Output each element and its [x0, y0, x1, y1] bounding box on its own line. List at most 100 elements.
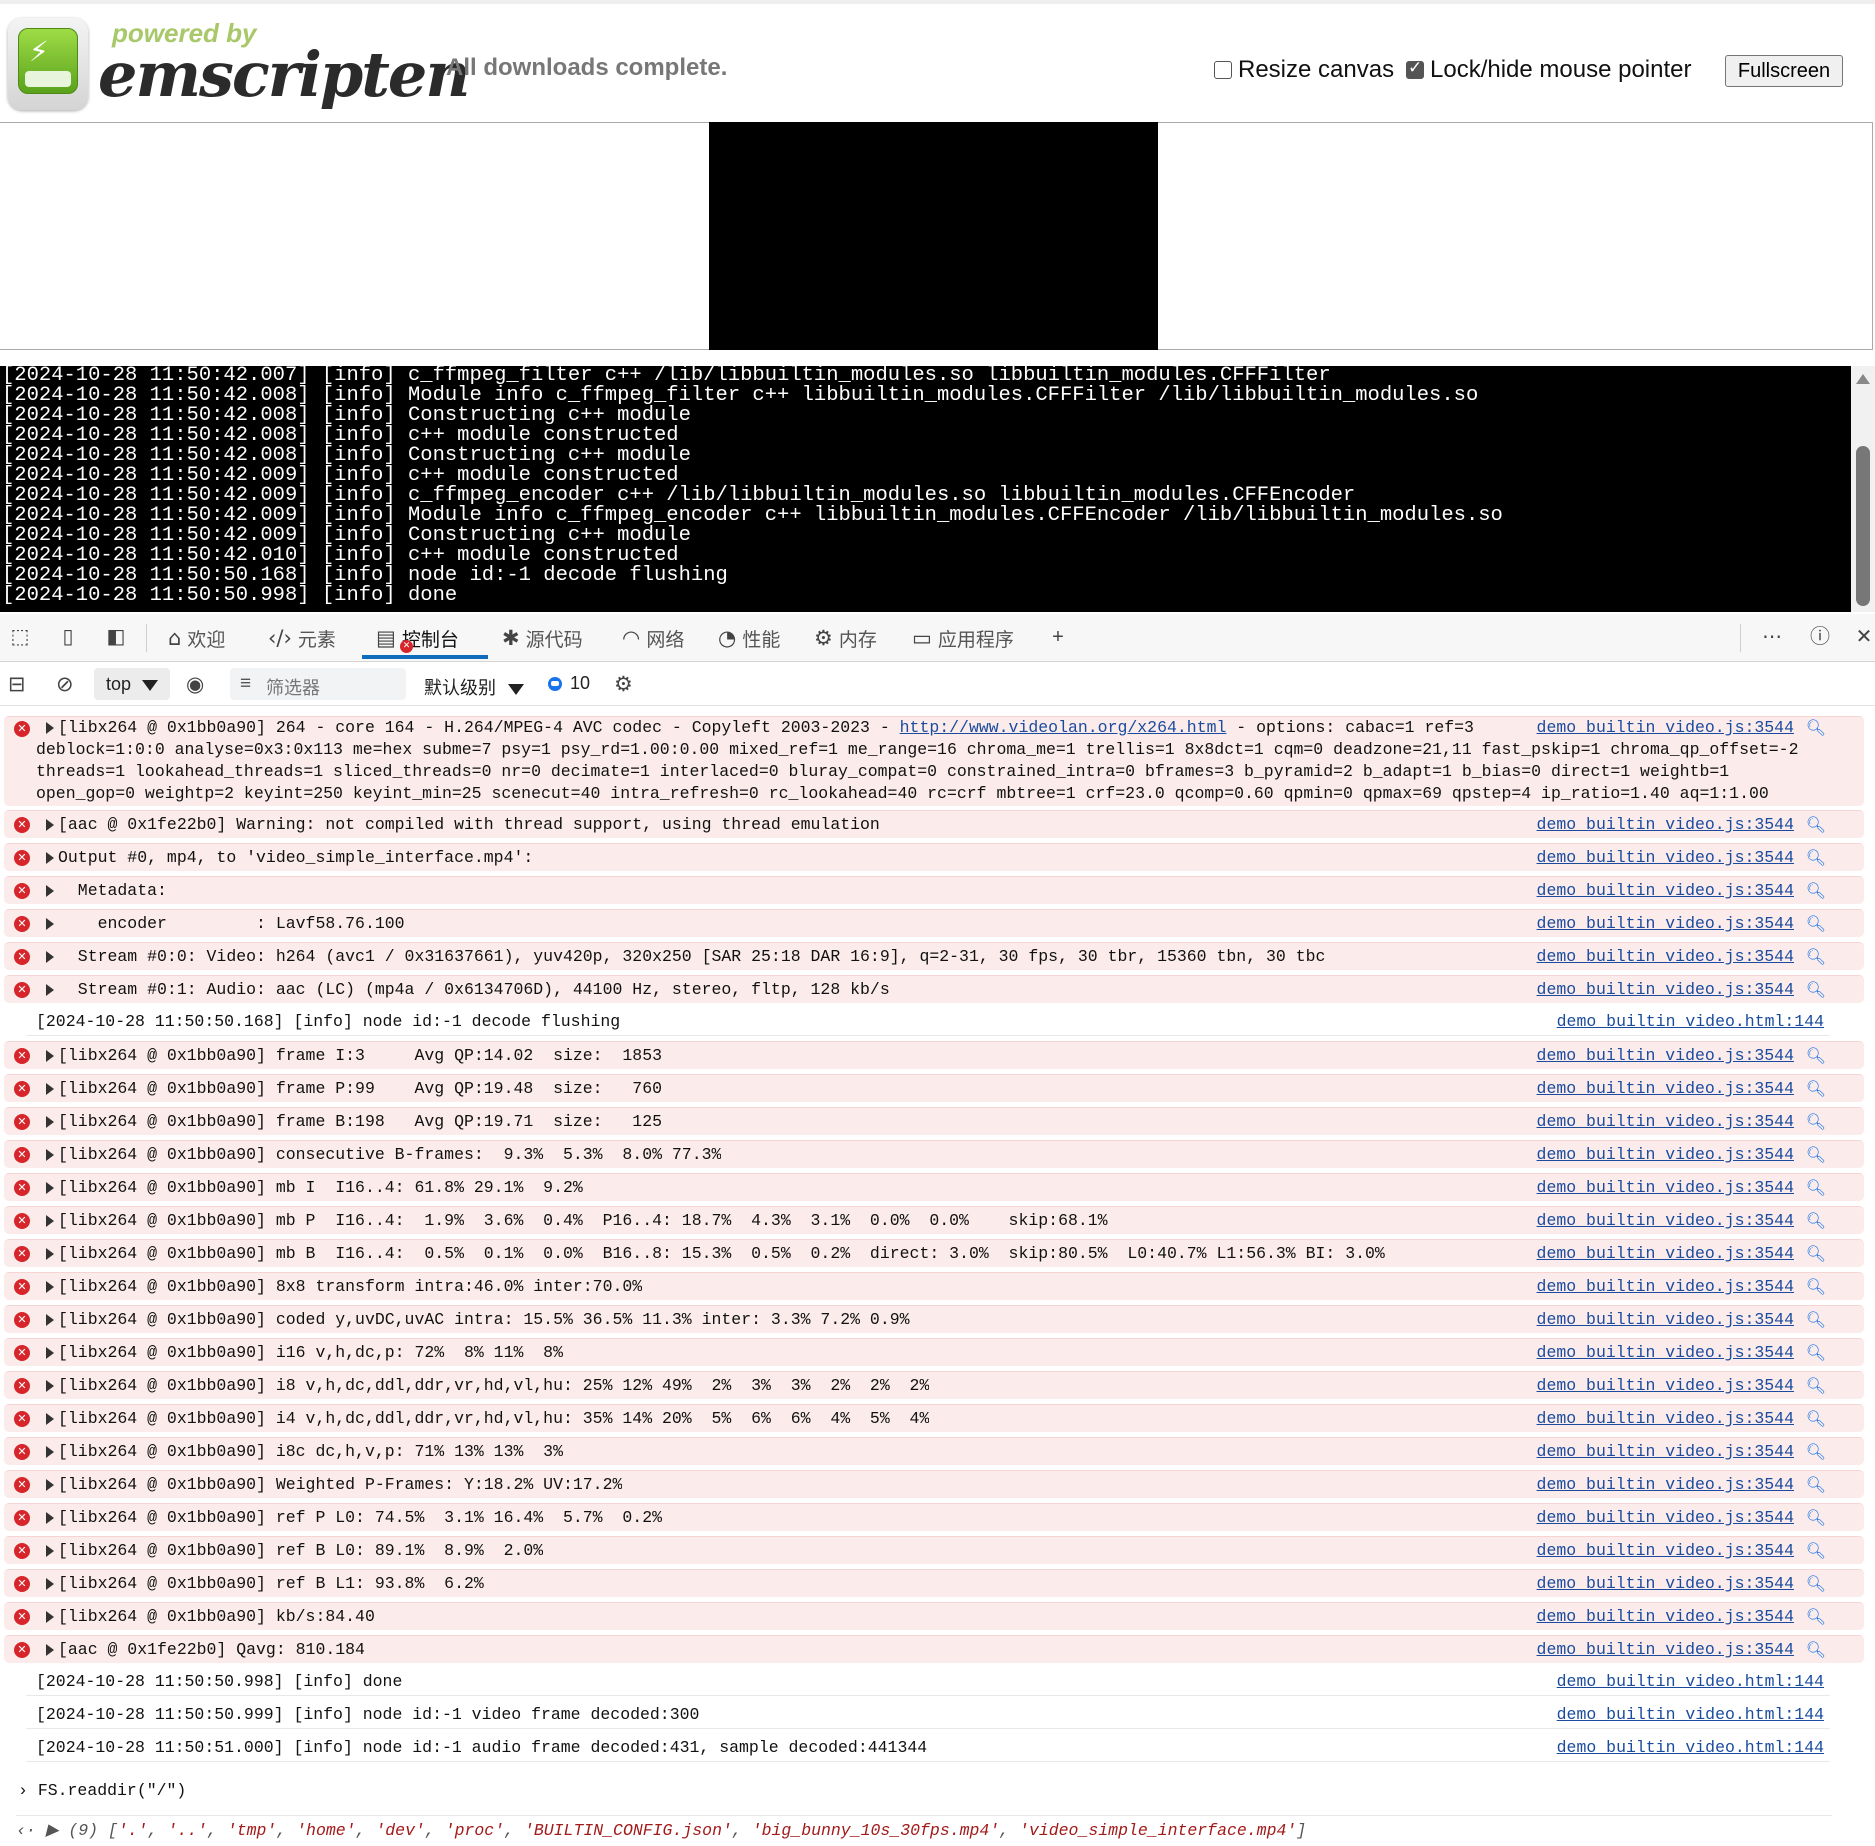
expand-arrow-icon[interactable] [46, 722, 54, 734]
console-error-message[interactable]: ✕ [libx264 @ 0x1bb0a90] Weighted P-Frames… [4, 1470, 1864, 1498]
search-icon[interactable]: 🔍︎ [1806, 1573, 1826, 1595]
search-icon[interactable]: 🔍︎ [1806, 1045, 1826, 1067]
tab-application[interactable]: ▭ 应用程序 [912, 622, 1014, 654]
source-link[interactable]: demo_builtin_video.js:3544 [1537, 946, 1794, 968]
source-link[interactable]: demo_builtin_video.html:144 [1557, 1011, 1824, 1033]
search-icon[interactable]: 🔍︎ [1806, 717, 1826, 739]
tab-console[interactable]: ▤ 控制台 [376, 622, 459, 654]
resize-canvas-checkbox[interactable]: Resize canvas [1214, 56, 1394, 84]
message-count-badge[interactable]: 10 [548, 673, 590, 694]
console-error-message[interactable]: ✕ [libx264 @ 0x1bb0a90] frame B:198 Avg Q… [4, 1107, 1864, 1135]
expand-arrow-icon[interactable] [46, 1182, 54, 1194]
expand-arrow-icon[interactable] [46, 1314, 54, 1326]
expand-arrow-icon[interactable] [46, 1248, 54, 1260]
expand-arrow-icon[interactable] [46, 1413, 54, 1425]
render-canvas[interactable] [709, 122, 1158, 350]
scroll-up-arrow-icon[interactable] [1856, 374, 1870, 384]
tab-network[interactable]: ◠ 网络 [622, 622, 684, 654]
source-link[interactable]: demo_builtin_video.html:144 [1557, 1671, 1824, 1693]
console-error-message[interactable]: ✕ encoder : Lavf58.76.100 demo_builtin_vi… [4, 909, 1864, 937]
expand-arrow-icon[interactable] [46, 1380, 54, 1392]
expand-arrow-icon[interactable] [46, 1479, 54, 1491]
console-prompt[interactable]: › FS.readdir("/") [18, 1781, 186, 1800]
console-error-message[interactable]: ✕ [libx264 @ 0x1bb0a90] i4 v,h,dc,ddl,ddr… [4, 1404, 1864, 1432]
source-link[interactable]: demo_builtin_video.js:3544 [1537, 1408, 1794, 1430]
console-error-message[interactable]: ✕ [libx264 @ 0x1bb0a90] kb/s:84.40 demo_bu… [4, 1602, 1864, 1630]
add-tab-icon[interactable]: + [1046, 626, 1070, 648]
live-expression-eye-icon[interactable]: ◉ [186, 672, 204, 696]
x264-link[interactable]: http://www.videolan.org/x264.html [900, 718, 1227, 737]
source-link[interactable]: demo_builtin_video.js:3544 [1537, 1144, 1794, 1166]
console-error-message[interactable]: ✕ Metadata: demo_builtin_video.js:3544 🔍︎ [4, 876, 1864, 904]
checked-checkbox-icon[interactable] [1406, 58, 1424, 79]
console-error-message[interactable]: ✕ [libx264 @ 0x1bb0a90] 264 - core 164 -… [4, 716, 1864, 806]
lock-pointer-checkbox[interactable]: Lock/hide mouse pointer [1406, 56, 1692, 84]
context-selector[interactable]: top [94, 668, 170, 700]
source-link[interactable]: demo_builtin_video.js:3544 [1537, 814, 1794, 836]
source-link[interactable]: demo_builtin_video.js:3544 [1537, 1342, 1794, 1364]
console-error-message[interactable]: ✕ [aac @ 0x1fe22b0] Warning: not compiled… [4, 810, 1864, 838]
source-link[interactable]: demo_builtin_video.js:3544 [1537, 1375, 1794, 1397]
fullscreen-button[interactable]: Fullscreen [1725, 55, 1843, 87]
close-devtools-icon[interactable]: ✕ [1852, 626, 1875, 648]
expand-arrow-icon[interactable] [46, 1512, 54, 1524]
expand-arrow-icon[interactable]: ▶ [46, 1821, 59, 1840]
search-icon[interactable]: 🔍︎ [1806, 1111, 1826, 1133]
expand-arrow-icon[interactable] [46, 918, 54, 930]
search-icon[interactable]: 🔍︎ [1806, 1408, 1826, 1430]
search-icon[interactable]: 🔍︎ [1806, 1342, 1826, 1364]
console-error-message[interactable]: ✕ [libx264 @ 0x1bb0a90] mb P I16..4: 1.9%… [4, 1206, 1864, 1234]
sidebar-toggle-icon[interactable]: ⊟ [8, 672, 26, 696]
search-icon[interactable]: 🔍︎ [1806, 1243, 1826, 1265]
console-error-message[interactable]: ✕ [libx264 @ 0x1bb0a90] mb B I16..4: 0.5%… [4, 1239, 1864, 1267]
console-error-message[interactable]: ✕ [libx264 @ 0x1bb0a90] coded y,uvDC,uvAC… [4, 1305, 1864, 1333]
expand-arrow-icon[interactable] [46, 1446, 54, 1458]
search-icon[interactable]: 🔍︎ [1806, 1177, 1826, 1199]
expand-arrow-icon[interactable] [46, 1281, 54, 1293]
expand-arrow-icon[interactable] [46, 951, 54, 963]
tab-sources[interactable]: ✱ 源代码 [502, 622, 583, 654]
source-link[interactable]: demo_builtin_video.js:3544 [1537, 1573, 1794, 1595]
search-icon[interactable]: 🔍︎ [1806, 847, 1826, 869]
console-error-message[interactable]: ✕ Stream #0:0: Video: h264 (avc1 / 0x316… [4, 942, 1864, 970]
expand-arrow-icon[interactable] [46, 819, 54, 831]
source-link[interactable]: demo_builtin_video.js:3544 [1537, 1210, 1794, 1232]
source-link[interactable]: demo_builtin_video.js:3544 [1537, 1078, 1794, 1100]
help-icon[interactable]: ⓘ [1808, 626, 1832, 648]
search-icon[interactable]: 🔍︎ [1806, 1309, 1826, 1331]
filter-input[interactable]: ≡ 筛选器 [230, 668, 406, 700]
console-error-message[interactable]: ✕ [libx264 @ 0x1bb0a90] mb I I16..4: 61.8… [4, 1173, 1864, 1201]
source-link[interactable]: demo_builtin_video.js:3544 [1537, 1045, 1794, 1067]
source-link[interactable]: demo_builtin_video.js:3544 [1537, 1474, 1794, 1496]
search-icon[interactable]: 🔍︎ [1806, 880, 1826, 902]
expand-arrow-icon[interactable] [46, 1215, 54, 1227]
source-link[interactable]: demo_builtin_video.js:3544 [1537, 1276, 1794, 1298]
source-link[interactable]: demo_builtin_video.js:3544 [1537, 847, 1794, 869]
expand-arrow-icon[interactable] [46, 1347, 54, 1359]
checkbox-icon[interactable] [1214, 61, 1232, 79]
console-error-message[interactable]: ✕ [libx264 @ 0x1bb0a90] frame I:3 Avg QP:… [4, 1041, 1864, 1069]
source-link[interactable]: demo_builtin_video.js:3544 [1537, 1309, 1794, 1331]
console-error-message[interactable]: ✕ [libx264 @ 0x1bb0a90] i8 v,h,dc,ddl,ddr… [4, 1371, 1864, 1399]
source-link[interactable]: demo_builtin_video.js:3544 [1537, 979, 1794, 1001]
device-emulation-icon[interactable]: ▯ [56, 626, 80, 648]
tab-performance[interactable]: ◔ 性能 [718, 622, 780, 654]
search-icon[interactable]: 🔍︎ [1806, 1639, 1826, 1661]
source-link[interactable]: demo_builtin_video.js:3544 [1537, 1243, 1794, 1265]
console-error-message[interactable]: ✕ [libx264 @ 0x1bb0a90] i16 v,h,dc,p: 72%… [4, 1338, 1864, 1366]
console-log-message[interactable]: [2024-10-28 11:50:50.999] [info] node id… [26, 1701, 1830, 1729]
expand-arrow-icon[interactable] [46, 885, 54, 897]
tab-welcome[interactable]: ⌂ 欢迎 [168, 622, 225, 654]
expand-arrow-icon[interactable] [46, 1578, 54, 1590]
search-icon[interactable]: 🔍︎ [1806, 1540, 1826, 1562]
dock-side-icon[interactable]: ◧ [104, 626, 128, 648]
search-icon[interactable]: 🔍︎ [1806, 1441, 1826, 1463]
console-result[interactable]: ‹· ▶ (9) ['.', '..', 'tmp', 'home', 'dev… [16, 1815, 1832, 1840]
source-link[interactable]: demo_builtin_video.js:3544 [1537, 1606, 1794, 1628]
console-log-message[interactable]: [2024-10-28 11:50:51.000] [info] node id… [26, 1734, 1830, 1762]
clear-console-icon[interactable]: ⊘ [56, 672, 74, 696]
search-icon[interactable]: 🔍︎ [1806, 1210, 1826, 1232]
expand-arrow-icon[interactable] [46, 1116, 54, 1128]
source-link[interactable]: demo_builtin_video.js:3544 [1537, 1441, 1794, 1463]
source-link[interactable]: demo_builtin_video.js:3544 [1537, 1540, 1794, 1562]
